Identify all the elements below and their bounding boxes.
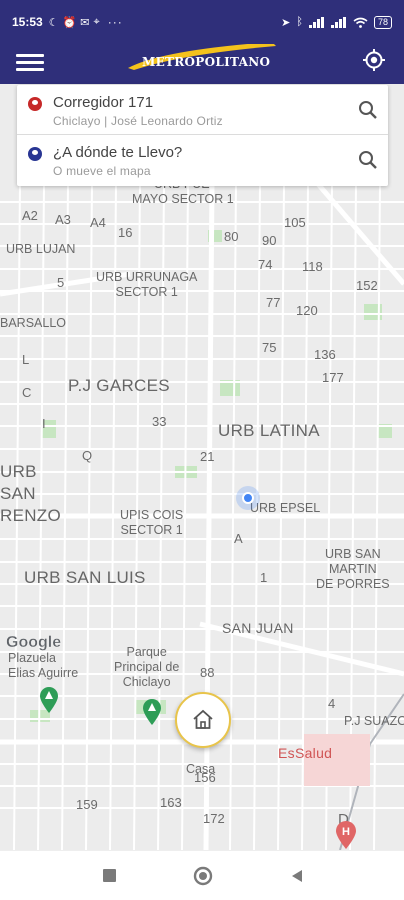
block-number: A4: [90, 215, 106, 230]
origin-subtitle: Chiclayo | José Leonardo Ortiz: [53, 114, 223, 128]
route-search-card: Corregidor 171 Chiclayo | José Leonardo …: [17, 85, 388, 186]
block-number: 105: [284, 215, 306, 230]
map-area-label: URB SAN LUIS: [24, 568, 146, 587]
home-icon: [193, 709, 213, 729]
block-number: 136: [314, 347, 336, 362]
destination-title: ¿A dónde te Llevo?: [53, 144, 183, 161]
block-number: 88: [200, 665, 215, 680]
alarm-icon: ⏰: [62, 16, 77, 29]
block-number: 21: [200, 449, 215, 464]
hamburger-icon: [16, 54, 44, 57]
block-number: Q: [82, 448, 93, 463]
signal-icon: [308, 16, 324, 28]
recents-button[interactable]: [101, 867, 119, 885]
map-area-label: P.J SUAZO: [344, 714, 404, 728]
poi-label: Parque Principal de Chiclayo: [114, 645, 180, 689]
google-attribution: Google: [6, 634, 62, 651]
status-time: 15:53: [12, 15, 43, 29]
moon-icon: ☾: [48, 16, 59, 29]
block-number: 90: [262, 233, 277, 248]
block-number: 120: [296, 303, 318, 318]
block-number: 77: [266, 295, 281, 310]
map-area-label: SAN JUAN: [222, 620, 294, 636]
svg-text:H: H: [342, 826, 350, 838]
back-triangle-icon[interactable]: [288, 867, 306, 885]
hospital-pin-icon[interactable]: H: [334, 820, 358, 850]
current-location-marker: [236, 486, 260, 510]
battery-icon: 78: [373, 15, 392, 29]
block-number: 156: [194, 770, 216, 785]
block-number: 118: [302, 259, 323, 274]
destination-field[interactable]: ¿A dónde te Llevo? O mueve el mapa: [17, 135, 388, 185]
system-nav-bar: [0, 850, 404, 900]
map-area-label: URB LATINA: [218, 421, 320, 440]
bluetooth-icon: ᛒ: [296, 16, 303, 28]
origin-pin-icon: [28, 97, 42, 111]
block-number: A2: [22, 208, 38, 223]
home-button[interactable]: [175, 692, 231, 748]
block-number: A3: [55, 212, 71, 227]
block-number: C: [22, 385, 32, 400]
destination-subtitle: O mueve el mapa: [53, 164, 151, 178]
park-pin-icon[interactable]: [38, 686, 60, 714]
location-icon: ⌖: [93, 15, 100, 28]
status-bar: 15:53 ☾ ⏰ ✉ ⌖ ··· ➤ ᛒ 78: [0, 0, 404, 44]
poi-label: Plazuela Elias Aguirre: [8, 651, 79, 680]
search-icon[interactable]: [358, 150, 378, 170]
origin-field[interactable]: Corregidor 171 Chiclayo | José Leonardo …: [17, 85, 388, 135]
signal-icon-2: [330, 16, 346, 28]
block-number: 16: [118, 225, 133, 240]
block-number: 75: [262, 340, 277, 355]
more-notifications: ···: [107, 15, 123, 29]
system-icons: ➤ ᛒ 78: [281, 15, 392, 29]
home-circle-icon[interactable]: [193, 866, 213, 886]
destination-pin-icon: [28, 147, 42, 161]
map-area-label: URB LUJAN: [6, 242, 76, 256]
origin-title: Corregidor 171: [53, 94, 154, 111]
block-number: 5: [57, 275, 65, 290]
block-number: 1: [260, 570, 268, 585]
block-number: 163: [160, 795, 182, 810]
block-number: 159: [76, 797, 98, 812]
search-icon[interactable]: [358, 100, 378, 120]
navigation-arrow-icon: ➤: [281, 16, 291, 29]
map-area-label: UPIS COIS SECTOR 1: [120, 508, 184, 537]
block-number: A: [234, 531, 243, 546]
poi-label: EsSalud: [278, 745, 333, 761]
block-number: I: [42, 416, 46, 431]
map-area-label: P.J GARCES: [68, 376, 170, 395]
block-number: 177: [322, 370, 344, 385]
logo-text: METROPOLITANO: [142, 55, 271, 69]
target-icon[interactable]: [362, 48, 386, 72]
block-number: 80: [224, 229, 239, 244]
app-bar: METROPOLITANO: [0, 44, 404, 84]
park-pin-icon[interactable]: [141, 698, 163, 726]
menu-button[interactable]: [16, 50, 44, 76]
mail-icon: ✉: [80, 16, 90, 29]
map-area-label: URB EPSEL: [250, 501, 321, 515]
map-area-label: URB SAN MARTIN DE PORRES: [316, 547, 390, 591]
block-number: 152: [356, 278, 378, 293]
wifi-icon: [353, 17, 368, 28]
map-area-label: URB SAN RENZO: [0, 462, 61, 525]
status-icons: ☾ ⏰ ✉ ⌖: [49, 16, 100, 29]
block-number: 4: [328, 696, 336, 711]
block-number: L: [22, 352, 30, 367]
block-number: 172: [203, 811, 225, 826]
map-area-label: MAYO SECTOR 1: [132, 192, 234, 206]
app-logo: METROPOLITANO: [122, 44, 282, 80]
block-number: 33: [152, 414, 167, 429]
square-icon: [103, 869, 116, 882]
map-area-label: URB URRUNAGA SECTOR 1: [96, 270, 198, 299]
map-area-label: BARSALLO: [0, 316, 67, 330]
block-number: 74: [258, 257, 273, 272]
